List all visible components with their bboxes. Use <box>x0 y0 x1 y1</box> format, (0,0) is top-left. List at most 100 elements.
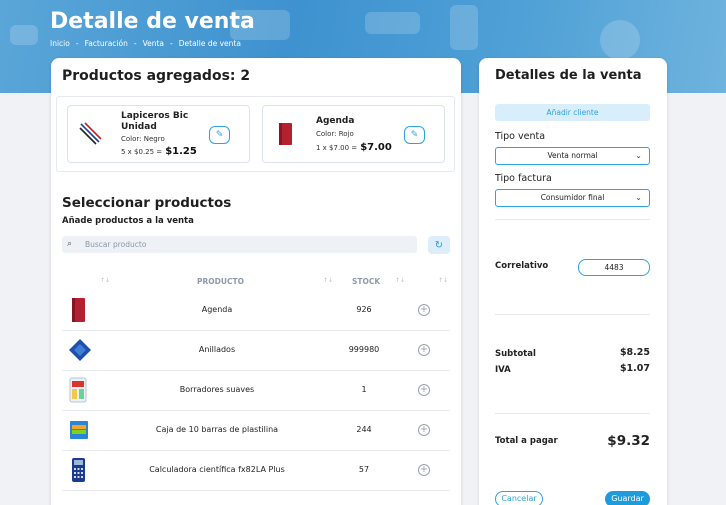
added-product-item: Agenda Color: Rojo 1 x $7.00 = $7.00 ✎ <box>262 105 445 163</box>
product-name: Caja de 10 barras de plastilina <box>155 425 279 434</box>
add-product-button[interactable]: + <box>418 344 430 356</box>
added-product-price: 5 x $0.25 = $1.25 <box>121 146 197 157</box>
column-stock[interactable]: STOCK <box>352 277 380 286</box>
divider <box>495 219 650 220</box>
select-products-subtitle: Añade productos a la venta <box>62 216 194 226</box>
added-products-title: Productos agregados: 2 <box>62 68 251 84</box>
plus-icon: + <box>419 424 429 435</box>
column-product[interactable]: PRODUCTO <box>197 277 244 286</box>
iva-label: IVA <box>495 365 511 375</box>
price-calc: 1 x $7.00 = <box>316 144 358 152</box>
sort-icon[interactable]: ↑↓ <box>438 277 448 284</box>
added-product-color: Color: Rojo <box>316 130 354 138</box>
sale-details-title: Detalles de la venta <box>495 68 642 83</box>
add-product-button[interactable]: + <box>418 464 430 476</box>
table-row: Calculadora científica fx82LA Plus 57 + <box>62 451 450 491</box>
banner-decoration <box>10 25 38 45</box>
select-products-title: Seleccionar productos <box>62 195 232 211</box>
product-name: Agenda <box>201 305 233 314</box>
add-product-button[interactable]: + <box>418 304 430 316</box>
products-card: Productos agregados: 2 Lapiceros Bic Uni… <box>51 58 461 505</box>
product-stock: 926 <box>356 305 372 314</box>
added-product-name: Lapiceros Bic Unidad <box>121 111 189 132</box>
product-thumbnail <box>68 337 91 363</box>
price-total: $1.25 <box>165 146 197 157</box>
added-product-color: Color: Negro <box>121 135 165 143</box>
correlative-label: Correlativo <box>495 261 549 271</box>
pencil-icon: ✎ <box>215 130 224 140</box>
product-stock: 57 <box>358 465 370 474</box>
sort-icon[interactable]: ↑↓ <box>323 277 333 284</box>
search-placeholder: Buscar producto <box>85 240 147 249</box>
breadcrumb: Inicio - Facturación - Venta - Detalle d… <box>50 39 241 48</box>
sort-icon[interactable]: ↑↓ <box>395 277 405 284</box>
pens-thumbnail <box>78 120 104 146</box>
breadcrumb-separator: - <box>170 39 173 48</box>
edit-button[interactable]: ✎ <box>404 126 425 144</box>
product-stock: 1 <box>361 385 367 394</box>
invoice-type-value: Consumidor final <box>540 193 605 202</box>
iva-value: $1.07 <box>619 363 650 374</box>
add-product-button[interactable]: + <box>418 424 430 436</box>
invoice-type-select[interactable]: Consumidor final ⌄ <box>495 189 650 207</box>
correlative-input[interactable]: 4483 <box>578 259 650 276</box>
added-products-list: Lapiceros Bic Unidad Color: Negro 5 x $0… <box>56 96 455 172</box>
add-product-button[interactable]: + <box>418 384 430 396</box>
chevron-down-icon: ⌄ <box>635 151 642 160</box>
table-row: Anillados 999980 + <box>62 331 450 371</box>
search-input[interactable]: ⌕ Buscar producto <box>62 236 417 253</box>
subtotal-label: Subtotal <box>495 349 536 359</box>
product-name: Calculadora científica fx82LA Plus <box>149 465 285 474</box>
sale-type-select[interactable]: Venta normal ⌄ <box>495 147 650 165</box>
add-client-button[interactable]: Añadir cliente <box>495 104 650 121</box>
product-thumbnail <box>68 457 88 483</box>
price-calc: 5 x $0.25 = <box>121 148 163 156</box>
product-thumbnail <box>68 377 88 403</box>
sort-icon[interactable]: ↑↓ <box>100 277 110 284</box>
table-row: Agenda 926 + <box>62 291 450 331</box>
page-title: Detalle de venta <box>50 9 255 34</box>
sale-type-value: Venta normal <box>547 151 598 160</box>
search-icon: ⌕ <box>67 239 73 249</box>
banner-decoration <box>450 5 478 50</box>
invoice-type-label: Tipo factura <box>495 173 552 184</box>
banner-decoration <box>365 12 420 34</box>
product-stock: 244 <box>356 425 372 434</box>
table-row: Caja de 10 barras de plastilina 244 + <box>62 411 450 451</box>
breadcrumb-current: Detalle de venta <box>178 39 241 48</box>
plus-icon: + <box>419 304 429 315</box>
price-total: $7.00 <box>360 142 392 153</box>
chevron-down-icon: ⌄ <box>635 193 642 202</box>
total-label: Total a pagar <box>495 436 558 446</box>
table-header: ↑↓ PRODUCTO ↑↓ STOCK ↑↓ ↑↓ <box>62 271 450 291</box>
subtotal-value: $8.25 <box>619 347 650 358</box>
edit-button[interactable]: ✎ <box>209 126 230 144</box>
total-value: $9.32 <box>607 433 650 449</box>
refresh-button[interactable]: ↻ <box>428 236 450 254</box>
save-button[interactable]: Guardar <box>605 491 650 505</box>
refresh-icon: ↻ <box>434 239 444 251</box>
pencil-icon: ✎ <box>410 130 419 140</box>
agenda-thumbnail <box>278 122 293 146</box>
added-product-item: Lapiceros Bic Unidad Color: Negro 5 x $0… <box>67 105 250 163</box>
added-product-name: Agenda <box>316 116 355 126</box>
divider <box>495 413 650 414</box>
product-name: Borradores suaves <box>179 385 255 394</box>
product-stock: 999980 <box>348 345 380 354</box>
product-thumbnail <box>68 417 88 443</box>
breadcrumb-venta[interactable]: Venta <box>143 39 164 48</box>
breadcrumb-facturacion[interactable]: Facturación <box>85 39 128 48</box>
plus-icon: + <box>419 344 429 355</box>
plus-icon: + <box>419 384 429 395</box>
product-thumbnail <box>68 297 88 323</box>
breadcrumb-inicio[interactable]: Inicio <box>50 39 70 48</box>
sale-details-card: Detalles de la venta Añadir cliente Tipo… <box>479 58 667 505</box>
breadcrumb-separator: - <box>75 39 79 48</box>
product-name: Anillados <box>198 345 236 354</box>
breadcrumb-separator: - <box>133 39 137 48</box>
cancel-button[interactable]: Cancelar <box>495 491 543 505</box>
banner-decoration <box>600 20 640 60</box>
plus-icon: + <box>419 464 429 475</box>
table-row: Borradores suaves 1 + <box>62 371 450 411</box>
divider <box>495 314 650 315</box>
